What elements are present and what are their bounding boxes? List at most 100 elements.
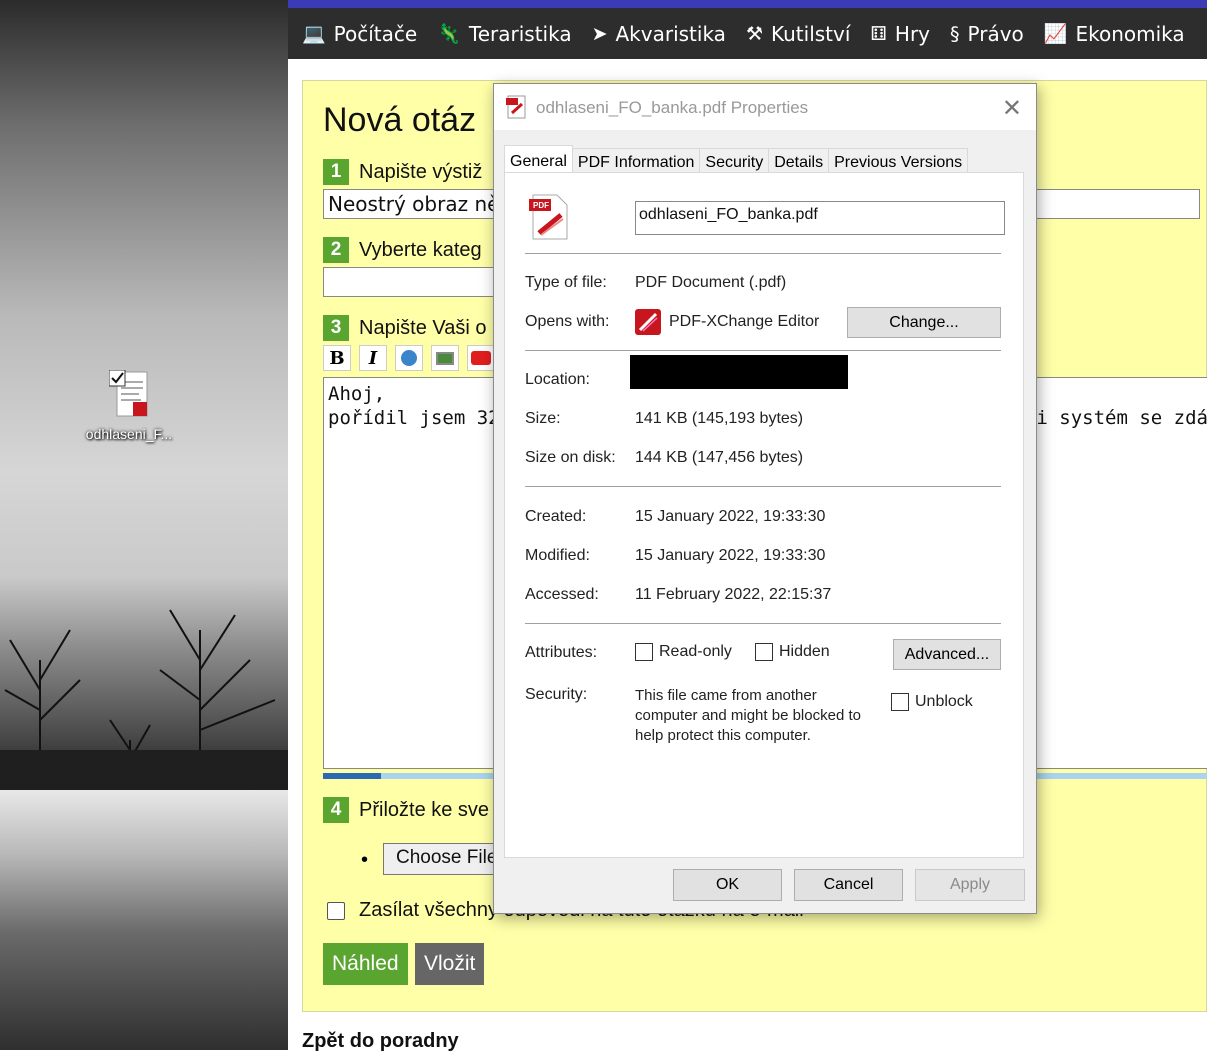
resize-bar-fill	[323, 773, 381, 779]
submit-button[interactable]: Vložit	[415, 943, 485, 985]
nav-label: Kutilství	[771, 21, 851, 46]
nav-item-teraristika[interactable]: 🦎 Teraristika	[437, 22, 571, 46]
step-number: 3	[323, 315, 349, 341]
opens-with-value: PDF-XChange Editor	[669, 313, 820, 330]
computer-icon: 💻	[302, 23, 326, 45]
category-navbar: 💻 Počítače 🦎 Teraristika ➤ Akvaristika ⚒ Kut…	[288, 0, 1207, 59]
nav-item-akvaristika[interactable]: ➤ Akvaristika	[592, 22, 726, 46]
general-tab-panel: PDF odhlaseni_FO_banka.pdf Type of file:…	[504, 172, 1024, 858]
list-bullet: •	[361, 849, 369, 871]
security-label: Security:	[525, 686, 588, 703]
nav-item-kutilstvi[interactable]: ⚒ Kutilství	[746, 22, 850, 46]
location-label: Location:	[525, 371, 590, 388]
tab-pdf-information[interactable]: PDF Information	[571, 148, 701, 175]
filename-value: odhlaseni_FO_banka.pdf	[639, 206, 818, 223]
change-button[interactable]: Change...	[847, 307, 1001, 338]
image-icon[interactable]	[431, 345, 459, 371]
readonly-label: Read-only	[659, 643, 732, 660]
tab-previous-versions[interactable]: Previous Versions	[828, 148, 969, 175]
apply-button[interactable]: Apply	[915, 869, 1025, 901]
created-label: Created:	[525, 508, 587, 525]
size-on-disk-value: 144 KB (147,456 bytes)	[635, 449, 804, 466]
unblock-label: Unblock	[915, 693, 973, 710]
location-redacted	[630, 355, 848, 389]
step-2: 2 Vyberte kateg	[323, 237, 482, 263]
modified-value: 15 January 2022, 19:33:30	[635, 547, 826, 564]
nav-label: Právo	[967, 21, 1024, 46]
lizard-icon: 🦎	[437, 23, 461, 45]
svg-text:PDF: PDF	[533, 201, 549, 210]
italic-icon[interactable]: I	[359, 345, 387, 371]
size-label: Size:	[525, 410, 561, 427]
security-line: This file came from another	[635, 687, 817, 704]
step-label: Napište výstiž	[359, 160, 483, 183]
checkbox-box	[891, 693, 909, 711]
nav-item-ekonomika[interactable]: 📈 Ekonomika	[1044, 22, 1185, 46]
nav-label: Počítače	[333, 21, 418, 46]
step-number: 2	[323, 237, 349, 263]
step-number: 4	[323, 797, 349, 823]
nav-label: Ekonomika	[1075, 21, 1185, 46]
dialog-tabs: General PDF Information Security Details…	[504, 144, 969, 176]
category-select[interactable]	[323, 267, 503, 297]
modified-label: Modified:	[525, 547, 590, 564]
desktop-file-icon[interactable]: odhlaseni_F...	[74, 369, 184, 442]
notify-checkbox[interactable]	[327, 901, 345, 920]
nav-item-pocitace[interactable]: 💻 Počítače	[302, 22, 417, 46]
unblock-checkbox[interactable]: Unblock	[891, 693, 973, 711]
type-value: PDF Document (.pdf)	[635, 274, 787, 291]
pdf-xchange-icon	[635, 309, 661, 335]
bold-icon[interactable]: B	[323, 345, 351, 371]
desktop-file-label: odhlaseni_F...	[85, 426, 173, 442]
created-value: 15 January 2022, 19:33:30	[635, 508, 826, 525]
nav-item-hry[interactable]: ⚅ Hry	[870, 22, 930, 46]
hidden-label: Hidden	[779, 643, 830, 660]
filename-input[interactable]: odhlaseni_FO_banka.pdf	[635, 201, 1005, 235]
checkbox-box	[755, 643, 773, 661]
link-icon[interactable]	[395, 345, 423, 371]
nav-item-pravo[interactable]: § Právo	[950, 22, 1024, 46]
youtube-icon[interactable]	[467, 345, 495, 371]
editor-toolbar: B I	[323, 345, 495, 371]
readonly-checkbox[interactable]: Read-only	[635, 643, 732, 661]
dice-icon: ⚅	[870, 22, 887, 45]
nav-label: Teraristika	[468, 21, 572, 46]
wallpaper-trees	[0, 609, 288, 790]
cancel-button[interactable]: Cancel	[794, 869, 903, 901]
ok-button[interactable]: OK	[673, 869, 782, 901]
close-icon[interactable]: ✕	[1002, 94, 1022, 123]
advanced-button[interactable]: Advanced...	[893, 639, 1001, 670]
step-1: 1 Napište výstiž	[323, 159, 482, 185]
size-on-disk-label: Size on disk:	[525, 449, 616, 466]
separator	[525, 623, 1001, 624]
preview-button[interactable]: Náhled	[323, 943, 408, 985]
step-number: 1	[323, 159, 349, 185]
hidden-checkbox[interactable]: Hidden	[755, 643, 830, 661]
attributes-label: Attributes:	[525, 644, 598, 661]
nav-label: Hry	[894, 21, 931, 46]
step-3: 3 Napište Vaši o	[323, 315, 486, 341]
size-value: 141 KB (145,193 bytes)	[635, 410, 804, 427]
separator	[525, 253, 1001, 254]
tools-icon: ⚒	[745, 22, 763, 45]
step-label: Napište Vaši o	[359, 316, 487, 339]
pdf-title-icon	[506, 95, 526, 119]
fish-icon: ➤	[591, 22, 608, 45]
dialog-titlebar[interactable]: odhlaseni_FO_banka.pdf Properties ✕	[494, 84, 1036, 130]
chart-icon: 📈	[1043, 23, 1068, 45]
step-label: Vyberte kateg	[359, 238, 482, 261]
wallpaper-water	[0, 790, 288, 1050]
step-label: Přiložte ke sve	[359, 798, 490, 821]
page-title: Nová otáz	[323, 101, 477, 139]
opens-with-label: Opens with:	[525, 313, 610, 330]
tab-security[interactable]: Security	[699, 148, 770, 175]
type-label: Type of file:	[525, 274, 607, 291]
properties-dialog: odhlaseni_FO_banka.pdf Properties ✕ Gene…	[493, 83, 1037, 914]
separator	[525, 350, 1001, 351]
desktop-wallpaper: odhlaseni_F...	[0, 0, 288, 1050]
tab-details[interactable]: Details	[768, 148, 830, 175]
separator	[525, 486, 1001, 487]
paragraph-icon: §	[950, 22, 960, 45]
editor-line-tail: b i systém se zdá	[1013, 407, 1207, 429]
step-4: 4 Přiložte ke sve	[323, 797, 489, 823]
